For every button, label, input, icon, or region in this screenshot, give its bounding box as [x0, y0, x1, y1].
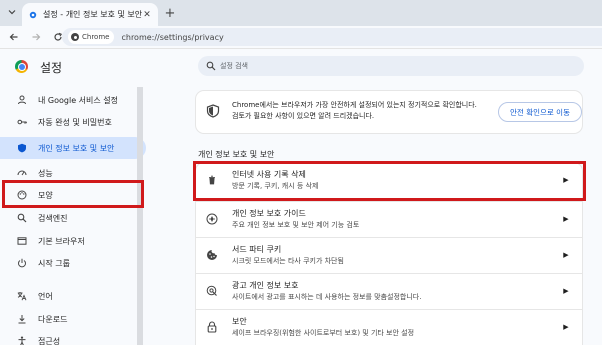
- settings-sidebar: 내 Google 서비스 설정 자동 완성 및 비밀번호 개인 정보 보호 및 …: [0, 89, 146, 345]
- ads-privacy-icon: [206, 285, 218, 297]
- tab-strip: 설정 - 개인 정보 보호 및 보안 ✕ +: [0, 0, 602, 26]
- sidebar-item-label: 언어: [38, 291, 53, 301]
- list-item-third-party-cookies[interactable]: 서드 파티 쿠키 시크릿 모드에서는 타사 쿠키가 차단됨 ▶: [196, 237, 582, 272]
- list-item-privacy-guide[interactable]: 개인 정보 보호 가이드 주요 개인 정보 보호 및 보안 제어 기능 검토 ▶: [196, 201, 582, 236]
- arrow-right-icon: ▶: [563, 215, 569, 223]
- tab-search-button[interactable]: [4, 4, 20, 20]
- search-icon: [206, 61, 216, 71]
- search-placeholder: 설정 검색: [220, 62, 248, 70]
- lock-icon: [206, 321, 218, 333]
- highlight-box-clear-data: [193, 161, 586, 201]
- close-tab-icon[interactable]: ✕: [142, 10, 152, 20]
- list-item-title: 보안: [232, 317, 247, 326]
- list-item-title: 개인 정보 보호 가이드: [232, 209, 306, 218]
- sidebar-item-default-browser[interactable]: 기본 브라우저: [0, 230, 146, 252]
- settings-header: 설정 설정 검색: [0, 49, 602, 85]
- browser-icon: [17, 236, 27, 246]
- sidebar-item-privacy[interactable]: 개인 정보 보호 및 보안: [0, 137, 146, 159]
- gear-icon: [28, 10, 38, 20]
- tab-title: 설정 - 개인 정보 보호 및 보안: [43, 10, 142, 19]
- list-item-title: 서드 파티 쿠키: [232, 245, 282, 254]
- chevron-down-icon: [8, 10, 16, 15]
- sidebar-item-languages[interactable]: 언어: [0, 285, 146, 307]
- accessibility-icon: [17, 336, 27, 345]
- sidebar-item-search-engine[interactable]: 검색엔진: [0, 207, 146, 229]
- sidebar-item-accessibility[interactable]: 접근성: [0, 330, 146, 345]
- sidebar-item-label: 성능: [38, 168, 53, 178]
- arrow-right-icon: ▶: [563, 287, 569, 295]
- sidebar-item-label: 내 Google 서비스 설정: [38, 95, 118, 105]
- compass-icon: [206, 213, 218, 225]
- list-item-security[interactable]: 보안 세이프 브라우징(위험한 사이트로부터 보호) 및 기타 보안 설정 ▶: [196, 309, 582, 344]
- list-item-ad-privacy[interactable]: 광고 개인 정보 보호 사이트에서 광고를 표시하는 데 사용하는 정보를 맞춤…: [196, 273, 582, 308]
- settings-page: 설정 설정 검색 내 Google 서비스 설정 자동 완성 및 비밀번호 개인…: [0, 48, 602, 345]
- arrow-right-icon: ▶: [563, 323, 569, 331]
- forward-arrow-icon: [32, 33, 41, 41]
- site-info-chip[interactable]: Chrome: [68, 30, 115, 44]
- browser-tab[interactable]: 설정 - 개인 정보 보호 및 보안 ✕: [22, 3, 158, 26]
- sidebar-item-on-startup[interactable]: 시작 그룹: [0, 252, 146, 274]
- back-button[interactable]: [6, 29, 22, 45]
- sidebar-item-label: 다운로드: [38, 314, 68, 324]
- address-bar[interactable]: Chrome chrome://settings/privacy: [62, 28, 602, 46]
- power-icon: [17, 258, 27, 268]
- person-icon: [17, 95, 27, 105]
- list-item-subtitle: 세이프 브라우징(위험한 사이트로부터 보호) 및 기타 보안 설정: [232, 329, 415, 337]
- settings-main: Chrome에서는 브라우저가 가장 안전하게 설정되어 있는지 정기적으로 확…: [186, 89, 590, 345]
- search-icon: [17, 213, 27, 223]
- performance-icon: [17, 168, 27, 178]
- key-icon: [17, 117, 27, 127]
- safety-check-card: Chrome에서는 브라우저가 가장 안전하게 설정되어 있는지 정기적으로 확…: [196, 91, 582, 133]
- sidebar-item-label: 접근성: [38, 336, 61, 345]
- site-chip-label: Chrome: [82, 33, 110, 41]
- safety-check-button[interactable]: 안전 확인으로 이동: [498, 102, 582, 122]
- list-item-title: 광고 개인 정보 보호: [232, 281, 299, 290]
- sidebar-item-autofill[interactable]: 자동 완성 및 비밀번호: [0, 111, 146, 133]
- sidebar-item-google-services[interactable]: 내 Google 서비스 설정: [0, 89, 146, 111]
- sidebar-item-label: 시작 그룹: [38, 258, 70, 268]
- sidebar-item-label: 자동 완성 및 비밀번호: [38, 117, 112, 127]
- back-arrow-icon: [9, 33, 18, 41]
- sidebar-scrollbar[interactable]: [137, 87, 143, 345]
- download-icon: [17, 314, 27, 324]
- page-title: 설정: [40, 61, 63, 75]
- forward-button[interactable]: [28, 29, 44, 45]
- sidebar-item-label: 검색엔진: [38, 213, 68, 223]
- settings-search-input[interactable]: 설정 검색: [198, 56, 584, 76]
- chrome-logo-icon: [71, 33, 79, 41]
- arrow-right-icon: ▶: [563, 251, 569, 259]
- section-title: 개인 정보 보호 및 보안: [198, 150, 275, 159]
- safety-check-text: Chrome에서는 브라우저가 가장 안전하게 설정되어 있는지 정기적으로 확…: [232, 101, 477, 120]
- translate-icon: [17, 291, 27, 301]
- sidebar-item-downloads[interactable]: 다운로드: [0, 308, 146, 330]
- list-item-subtitle: 시크릿 모드에서는 타사 쿠키가 차단됨: [232, 257, 344, 265]
- new-tab-button[interactable]: +: [162, 5, 178, 21]
- browser-toolbar: Chrome chrome://settings/privacy: [0, 26, 602, 48]
- sidebar-item-label: 기본 브라우저: [38, 236, 85, 246]
- list-item-subtitle: 주요 개인 정보 보호 및 보안 제어 기능 검토: [232, 221, 360, 229]
- cookie-icon: [206, 249, 218, 261]
- url-text: chrome://settings/privacy: [121, 32, 224, 42]
- sidebar-item-label: 개인 정보 보호 및 보안: [38, 143, 115, 153]
- shield-icon: [17, 143, 27, 153]
- highlight-box-sidebar: [2, 180, 144, 208]
- chrome-logo-icon: [15, 60, 28, 73]
- list-item-subtitle: 사이트에서 광고를 표시하는 데 사용하는 정보를 맞춤설정합니다.: [232, 293, 422, 301]
- safety-shield-icon: [206, 104, 220, 118]
